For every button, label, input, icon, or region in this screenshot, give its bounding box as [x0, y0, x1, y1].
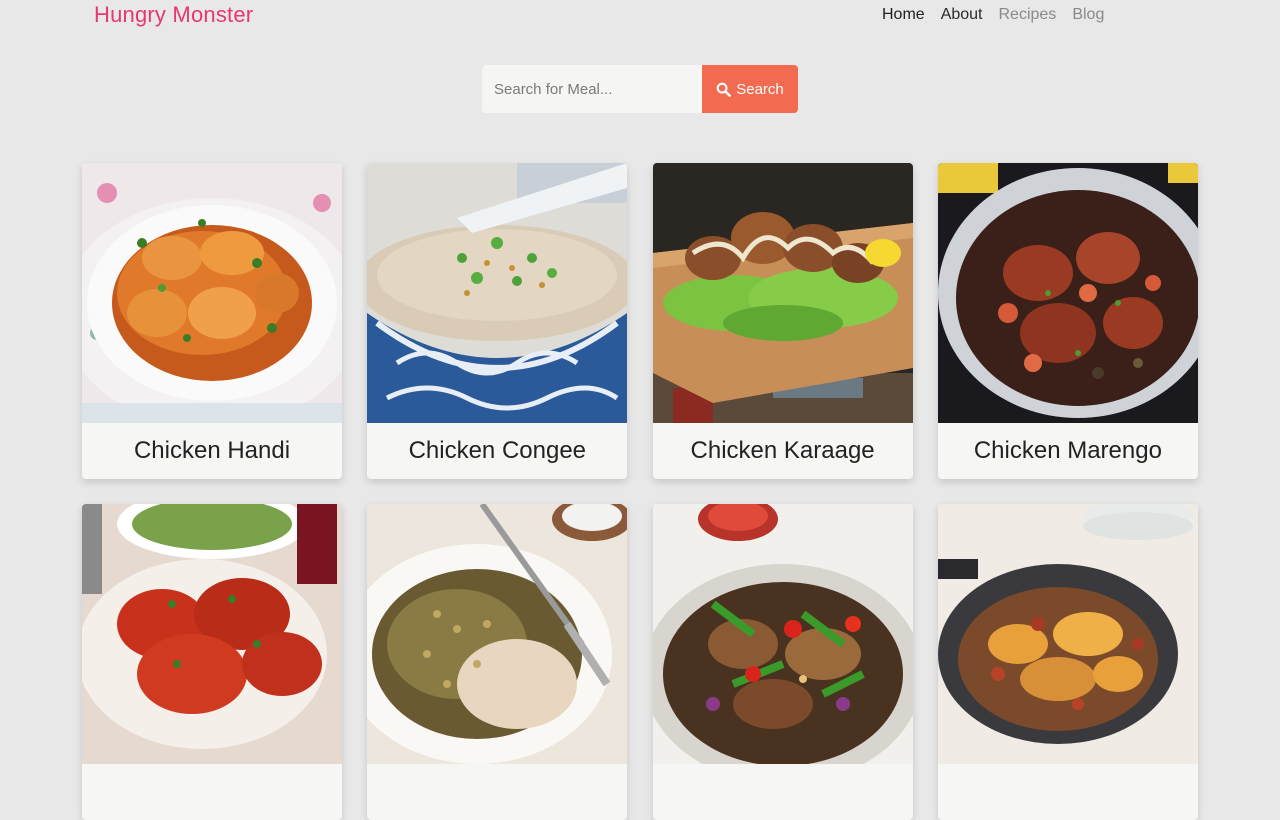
nav-link-recipes[interactable]: Recipes: [999, 6, 1057, 24]
meal-name: [367, 764, 627, 820]
meal-card[interactable]: [652, 504, 913, 820]
meal-grid: Chicken Handi Chicken Congee Chicken Kar…: [82, 163, 1198, 820]
search-bar: Search: [482, 65, 798, 113]
meal-card[interactable]: [937, 504, 1198, 820]
meal-image: [652, 504, 913, 764]
meal-card[interactable]: [82, 504, 342, 820]
nav-link-blog[interactable]: Blog: [1072, 6, 1104, 24]
meal-card[interactable]: Chicken Karaage: [652, 163, 913, 479]
meal-image: [367, 163, 628, 423]
meal-image: [937, 504, 1198, 764]
meal-image: [367, 504, 628, 764]
search-input[interactable]: [482, 65, 702, 113]
meal-image: [652, 163, 913, 423]
nav-link-home[interactable]: Home: [882, 6, 925, 24]
nav-link-about[interactable]: About: [941, 6, 983, 24]
meal-name: Chicken Karaage: [690, 437, 875, 464]
brand-logo[interactable]: Hungry Monster: [94, 2, 253, 28]
meal-card[interactable]: Chicken Handi: [82, 163, 342, 479]
meal-card[interactable]: Chicken Congee: [367, 163, 628, 479]
meal-image: [82, 504, 342, 764]
search-icon: [716, 82, 732, 97]
navbar: Hungry Monster Home About Recipes Blog: [0, 0, 1280, 34]
meal-name: [938, 764, 1198, 820]
meal-image: [937, 163, 1198, 423]
meal-name: Chicken Congee: [408, 437, 587, 464]
nav-links: Home About Recipes Blog: [882, 6, 1104, 24]
search-button[interactable]: Search: [702, 65, 798, 113]
meal-card[interactable]: [367, 504, 628, 820]
meal-image: [82, 163, 342, 423]
meal-name: [653, 764, 913, 820]
meal-name: Chicken Marengo: [973, 437, 1162, 464]
meal-name: Chicken Handi: [133, 437, 291, 464]
meal-name: [82, 764, 342, 820]
search-button-label: Search: [736, 80, 784, 98]
meal-card[interactable]: Chicken Marengo: [937, 163, 1198, 479]
